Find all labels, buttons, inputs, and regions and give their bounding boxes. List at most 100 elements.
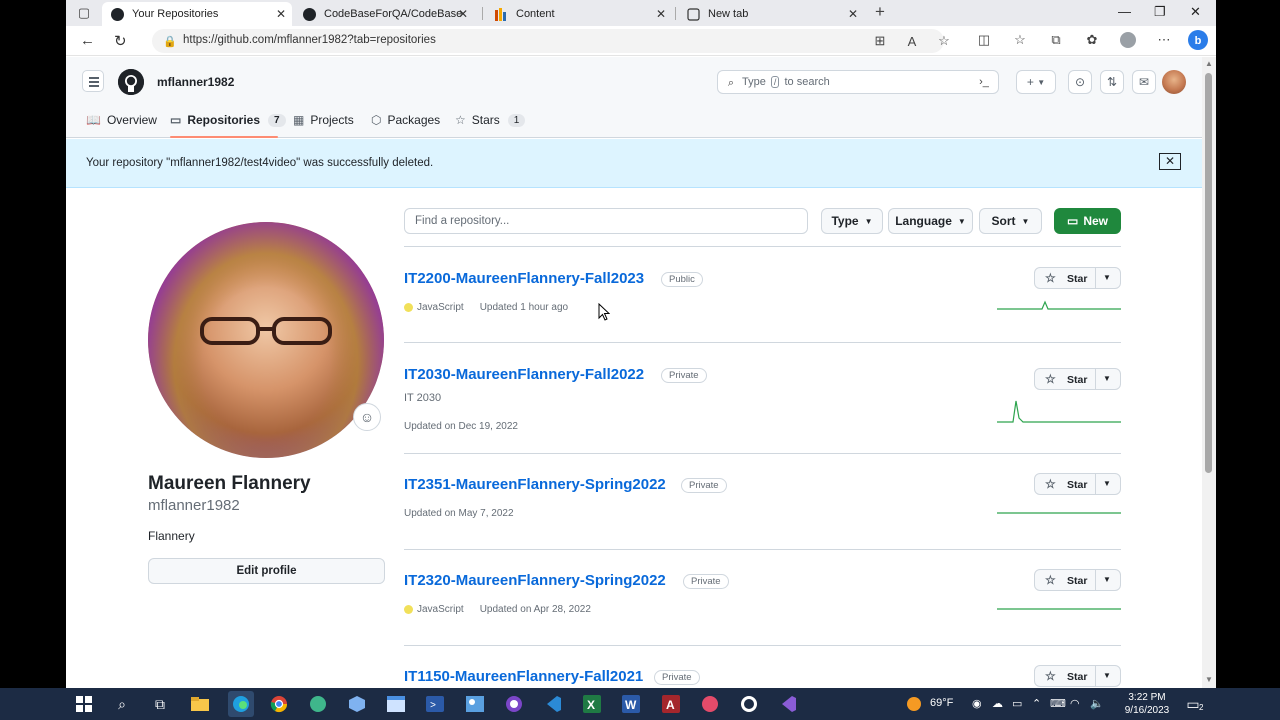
- search-input[interactable]: ⌕ Type / to search ›_: [717, 70, 999, 94]
- vscode-icon[interactable]: [543, 694, 563, 714]
- window-app-icon[interactable]: [386, 694, 406, 714]
- tab-repositories[interactable]: ▭ Repositories 7: [170, 108, 286, 132]
- github-desktop-icon[interactable]: [504, 694, 524, 714]
- star-button[interactable]: ☆ Star ▼: [1034, 569, 1121, 591]
- close-icon[interactable]: ✕: [458, 7, 468, 21]
- refresh-icon[interactable]: ↻: [114, 32, 127, 50]
- close-icon[interactable]: ✕: [656, 7, 666, 21]
- star-button[interactable]: ☆ Star ▼: [1034, 473, 1121, 495]
- language-filter-button[interactable]: Language ▼: [888, 208, 973, 234]
- tab-actions-icon[interactable]: ▢: [76, 5, 92, 21]
- restore-icon[interactable]: ❐: [1154, 4, 1166, 20]
- profile-avatar[interactable]: [148, 222, 384, 458]
- app-tray-icon[interactable]: ▭: [1012, 697, 1022, 710]
- window-close-icon[interactable]: ✕: [1190, 4, 1201, 20]
- extensions-icon[interactable]: ✿: [1084, 32, 1100, 48]
- chatgpt-icon[interactable]: [308, 694, 328, 714]
- tab-your-repositories[interactable]: Your Repositories ✕: [102, 2, 292, 26]
- cube-app-icon[interactable]: [347, 694, 367, 714]
- repo-name-link[interactable]: IT1150-MaureenFlannery-Fall2021: [404, 668, 643, 685]
- create-new-button[interactable]: + ▼: [1016, 70, 1056, 94]
- chevron-down-icon[interactable]: ▼: [1103, 374, 1111, 383]
- repo-name-link[interactable]: IT2351-MaureenFlannery-Spring2022: [404, 476, 666, 493]
- visual-studio-icon[interactable]: [778, 694, 798, 714]
- hamburger-menu-icon[interactable]: [82, 70, 104, 92]
- command-palette-icon[interactable]: ›_: [976, 74, 992, 90]
- chevron-down-icon[interactable]: ▼: [1103, 671, 1111, 680]
- tab-codebase[interactable]: CodeBaseForQA/CodeBase at m ✕: [294, 2, 474, 26]
- image-app-icon[interactable]: [465, 694, 485, 714]
- tab-new-tab[interactable]: New tab ✕: [678, 2, 864, 26]
- excel-icon[interactable]: X: [582, 694, 602, 714]
- edge-icon[interactable]: [228, 691, 254, 717]
- type-filter-button[interactable]: Type ▼: [821, 208, 883, 234]
- tab-projects[interactable]: ▦ Projects: [293, 108, 354, 132]
- tab-stars[interactable]: ☆ Stars 1: [455, 108, 526, 132]
- issues-button[interactable]: ⊙: [1068, 70, 1092, 94]
- split-screen-icon[interactable]: ◫: [976, 32, 992, 48]
- collections-icon[interactable]: ⧉: [1048, 32, 1064, 48]
- repo-name-link[interactable]: IT2030-MaureenFlannery-Fall2022: [404, 366, 644, 383]
- copilot-tray-icon[interactable]: ◉: [972, 697, 982, 710]
- app-available-icon[interactable]: ⊞: [872, 33, 888, 49]
- volume-icon[interactable]: 🔈: [1090, 697, 1104, 710]
- chevron-down-icon[interactable]: ▼: [1103, 479, 1111, 488]
- more-menu-icon[interactable]: ⋯: [1156, 32, 1172, 48]
- back-arrow-icon[interactable]: ←: [80, 32, 95, 49]
- bing-copilot-icon[interactable]: b: [1188, 30, 1208, 50]
- favorite-star-icon[interactable]: ☆: [936, 33, 952, 49]
- flash-close-icon[interactable]: ✕: [1159, 153, 1181, 170]
- close-icon[interactable]: ✕: [848, 7, 858, 21]
- search-icon[interactable]: ⌕: [112, 694, 132, 714]
- snipping-tool-icon[interactable]: [700, 694, 720, 714]
- star-button[interactable]: ☆ Star ▼: [1034, 368, 1121, 390]
- minimize-icon[interactable]: —: [1118, 4, 1131, 19]
- star-button[interactable]: ☆ Star ▼: [1034, 267, 1121, 289]
- new-tab-plus-icon[interactable]: +: [872, 2, 888, 21]
- github-icon[interactable]: [739, 694, 759, 714]
- find-repository-input[interactable]: Find a repository...: [404, 208, 808, 234]
- tab-overview[interactable]: 📖 Overview: [86, 108, 157, 132]
- pull-requests-button[interactable]: ⇅: [1100, 70, 1124, 94]
- scroll-down-icon[interactable]: ▼: [1205, 675, 1213, 684]
- read-aloud-icon[interactable]: A: [904, 33, 920, 49]
- chevron-down-icon[interactable]: ▼: [1103, 575, 1111, 584]
- scrollbar[interactable]: ▲ ▼: [1202, 57, 1216, 688]
- new-repository-button[interactable]: ▭ New: [1054, 208, 1121, 234]
- access-icon[interactable]: A: [661, 694, 681, 714]
- repo-name-link[interactable]: IT2200-MaureenFlannery-Fall2023: [404, 270, 644, 287]
- inbox-button[interactable]: ✉: [1132, 70, 1156, 94]
- onedrive-icon[interactable]: ☁: [992, 697, 1003, 710]
- sort-filter-button[interactable]: Sort ▼: [979, 208, 1042, 234]
- scroll-up-icon[interactable]: ▲: [1205, 59, 1213, 68]
- tray-overflow-icon[interactable]: ⌃: [1032, 697, 1041, 710]
- weather-temp[interactable]: 69°F: [930, 697, 953, 709]
- scrollbar-thumb[interactable]: [1205, 73, 1212, 473]
- lock-icon[interactable]: 🔒: [162, 33, 178, 49]
- windows-start-icon[interactable]: [74, 694, 94, 714]
- weather-icon[interactable]: [904, 694, 924, 714]
- tab-content[interactable]: Content ✕: [486, 2, 672, 26]
- star-label: Star: [1067, 479, 1088, 491]
- chevron-down-icon[interactable]: ▼: [1103, 273, 1111, 282]
- clock[interactable]: 3:22 PM 9/16/2023: [1112, 691, 1182, 717]
- chrome-icon[interactable]: [269, 694, 289, 714]
- header-username[interactable]: mflanner1982: [157, 75, 234, 89]
- address-bar[interactable]: 🔒 https://github.com/mflanner1982?tab=re…: [152, 29, 950, 53]
- close-icon[interactable]: ✕: [276, 7, 286, 21]
- word-icon[interactable]: W: [621, 694, 641, 714]
- powershell-icon[interactable]: >: [425, 694, 445, 714]
- set-status-smiley-icon[interactable]: ☺: [353, 403, 381, 431]
- repo-name-link[interactable]: IT2320-MaureenFlannery-Spring2022: [404, 572, 666, 589]
- edit-profile-button[interactable]: Edit profile: [148, 558, 385, 584]
- github-logo-icon[interactable]: [118, 69, 144, 95]
- favorites-icon[interactable]: ☆: [1012, 32, 1028, 48]
- wifi-icon[interactable]: ◠: [1070, 697, 1080, 710]
- keyboard-icon[interactable]: ⌨: [1050, 697, 1066, 710]
- profile-icon[interactable]: [1120, 32, 1136, 48]
- star-button[interactable]: ☆ Star ▼: [1034, 665, 1121, 687]
- file-explorer-icon[interactable]: [190, 694, 210, 714]
- task-view-icon[interactable]: ⧉: [150, 694, 170, 714]
- avatar[interactable]: [1162, 70, 1186, 94]
- tab-packages[interactable]: ⬡ Packages: [371, 108, 440, 132]
